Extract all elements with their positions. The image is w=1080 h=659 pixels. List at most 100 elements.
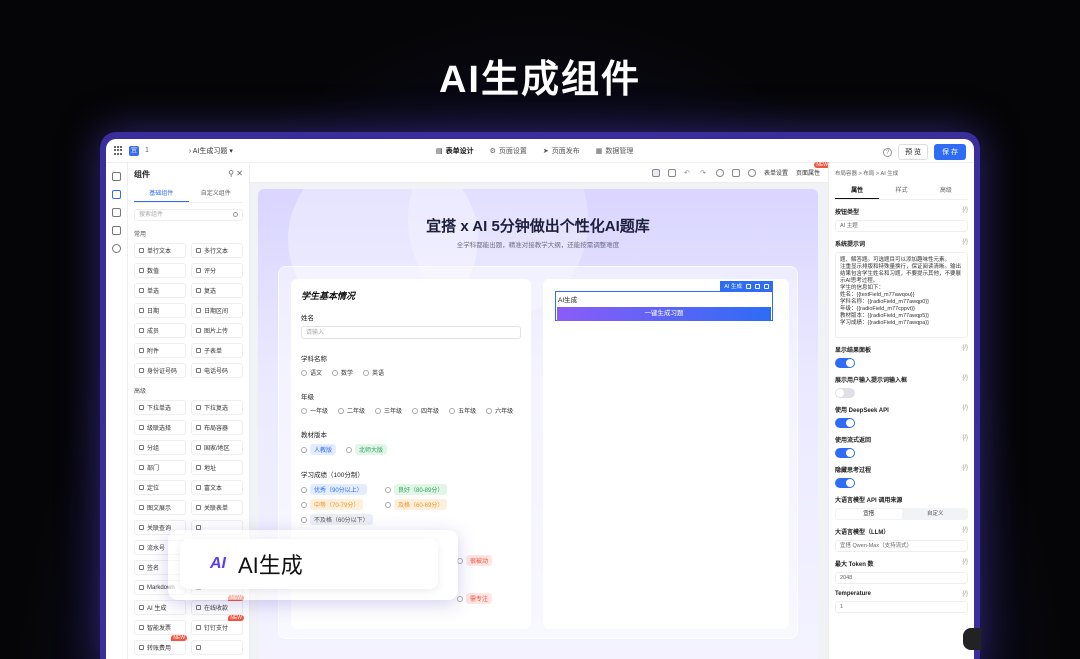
- extra-tag-2[interactable]: 需专注: [457, 593, 493, 604]
- use-stream-toggle[interactable]: [835, 448, 855, 458]
- component-item[interactable]: 国家/地区: [191, 440, 243, 455]
- component-item[interactable]: 下拉单选: [134, 400, 186, 415]
- radio-option[interactable]: 人教版: [301, 444, 337, 455]
- radio-option[interactable]: 六年级: [486, 406, 513, 415]
- radio-option[interactable]: 五年级: [449, 406, 476, 415]
- save-button[interactable]: 保 存: [934, 144, 966, 160]
- component-item[interactable]: 钉钉支付 NEW: [191, 615, 244, 635]
- score-option[interactable]: 优秀（90分以上）: [301, 484, 385, 495]
- radio-option[interactable]: 语文: [301, 368, 322, 377]
- datasource-icon[interactable]: [112, 208, 121, 217]
- assistant-bubble[interactable]: [963, 628, 981, 650]
- component-item[interactable]: 多行文本: [191, 243, 243, 258]
- keyboard-icon[interactable]: [731, 168, 740, 177]
- preview-button[interactable]: 预 览: [898, 144, 929, 160]
- radio-option[interactable]: 北师大版: [346, 444, 388, 455]
- show-result-toggle[interactable]: [835, 358, 855, 368]
- component-item[interactable]: 单选: [134, 283, 186, 298]
- component-item[interactable]: 下拉复选: [191, 400, 243, 415]
- component-item[interactable]: 富文本: [191, 480, 243, 495]
- api-source-custom[interactable]: 自定义: [903, 508, 969, 520]
- component-item[interactable]: 电话号码: [191, 363, 243, 378]
- score-option[interactable]: 良好（80-89分）: [385, 484, 521, 495]
- tab-basic-components[interactable]: 基础组件: [134, 188, 189, 202]
- tab-custom-components[interactable]: 自定义组件: [189, 188, 244, 202]
- undo-icon[interactable]: ↶: [684, 169, 692, 177]
- use-deepseek-toggle[interactable]: [835, 418, 855, 428]
- components-icon[interactable]: [112, 190, 121, 199]
- component-search-input[interactable]: 搜索组件: [134, 209, 243, 221]
- radio-option[interactable]: 四年级: [412, 406, 439, 415]
- api-source-yida[interactable]: 宜搭: [836, 509, 902, 519]
- tab-form-design[interactable]: ▤ 表单设计: [436, 146, 474, 156]
- score-option[interactable]: 中等（70-79分）: [301, 499, 385, 510]
- radio-option[interactable]: 英语: [363, 368, 384, 377]
- system-prompt-textarea[interactable]: 题、解答题。可选题目可以添加趣味性元素。 注重显示排版和特殊量换行，保证阅读清晰…: [835, 252, 968, 338]
- show-user-input-toggle[interactable]: [835, 388, 855, 398]
- component-item[interactable]: 智能发票: [134, 620, 186, 635]
- search-icon[interactable]: [747, 168, 756, 177]
- tab-data-manage[interactable]: ▦ 数据管理: [596, 146, 634, 156]
- help-icon[interactable]: ?: [883, 147, 893, 157]
- delete-icon[interactable]: [764, 283, 769, 289]
- component-item[interactable]: 复选: [191, 283, 243, 298]
- component-item[interactable]: [191, 640, 243, 655]
- temperature-input[interactable]: 1: [835, 601, 968, 613]
- tab-advanced[interactable]: 高级: [924, 185, 968, 199]
- component-item[interactable]: 图文展示: [134, 500, 186, 515]
- score-option[interactable]: 及格（60-69分）: [385, 499, 521, 510]
- expr-tag[interactable]: {/}: [962, 207, 968, 216]
- score-option[interactable]: 不及格（60分以下）: [301, 514, 385, 525]
- tab-page-settings[interactable]: ⚙ 页面设置: [490, 146, 527, 156]
- duplicate-icon[interactable]: [755, 283, 760, 289]
- component-item[interactable]: 附件: [134, 343, 186, 358]
- tab-page-publish[interactable]: ➤ 页面发布: [543, 146, 580, 156]
- component-item[interactable]: 转账费用 NEW: [134, 635, 187, 655]
- ai-generate-widget[interactable]: AI 生成 AI生成 一键生成习题: [555, 281, 773, 321]
- component-item[interactable]: 身份证号码: [134, 363, 186, 378]
- redo-icon[interactable]: ↷: [700, 169, 708, 177]
- component-item[interactable]: 在线收款NEW: [191, 595, 244, 615]
- hide-thinking-toggle[interactable]: [835, 478, 855, 488]
- component-item[interactable]: 定位: [134, 480, 186, 495]
- component-item[interactable]: 数值: [134, 263, 186, 278]
- apps-grid-icon[interactable]: [114, 146, 123, 155]
- component-item[interactable]: 分组: [134, 440, 186, 455]
- component-item[interactable]: 布局容器: [191, 420, 243, 435]
- component-item[interactable]: 日期区间: [191, 303, 243, 318]
- component-item[interactable]: 子表单: [191, 343, 243, 358]
- name-input[interactable]: 请输入: [301, 326, 521, 339]
- radio-option[interactable]: 一年级: [301, 406, 328, 415]
- form-settings-button[interactable]: 表单设置: [764, 168, 788, 177]
- page-props-button[interactable]: 页面属性 NEW: [796, 162, 830, 177]
- max-token-input[interactable]: 2048: [835, 572, 968, 584]
- radio-option[interactable]: 数学: [332, 368, 353, 377]
- component-item[interactable]: 关联表单: [191, 500, 243, 515]
- history-icon[interactable]: [715, 168, 724, 177]
- code-icon[interactable]: [112, 226, 121, 235]
- extra-tag-1[interactable]: 很被动: [457, 555, 493, 566]
- mobile-view-icon[interactable]: [667, 168, 676, 177]
- tab-style[interactable]: 样式: [879, 185, 923, 199]
- pin-close-icons[interactable]: ⚲ ✕: [228, 169, 243, 180]
- component-item[interactable]: 图片上传: [191, 323, 243, 338]
- component-item[interactable]: 成员: [134, 323, 186, 338]
- component-item[interactable]: 级联选择: [134, 420, 186, 435]
- llm-select[interactable]: 宜搭 Qwen-Max（支持流式）: [835, 540, 968, 552]
- radio-option[interactable]: 二年级: [338, 406, 365, 415]
- button-type-select[interactable]: AI 主题: [835, 220, 968, 232]
- component-item[interactable]: 评分: [191, 263, 243, 278]
- generate-exercises-button[interactable]: 一键生成习题: [557, 307, 771, 321]
- ai-component-card[interactable]: AI AI生成: [180, 539, 438, 589]
- radio-option[interactable]: 三年级: [375, 406, 402, 415]
- component-item[interactable]: 日期: [134, 303, 186, 318]
- desktop-view-icon[interactable]: [651, 168, 660, 177]
- component-item[interactable]: 单行文本: [134, 243, 186, 258]
- component-item[interactable]: 地址: [191, 460, 243, 475]
- props-breadcrumb[interactable]: 布局容器 > 布局 > AI 生成: [835, 163, 968, 177]
- tab-props[interactable]: 属性: [835, 185, 880, 199]
- component-item[interactable]: 部门: [134, 460, 186, 475]
- breadcrumb[interactable]: › AI生成习题 ▾: [189, 146, 233, 156]
- component-item[interactable]: AI 生成: [134, 600, 186, 615]
- outline-icon[interactable]: [112, 172, 121, 181]
